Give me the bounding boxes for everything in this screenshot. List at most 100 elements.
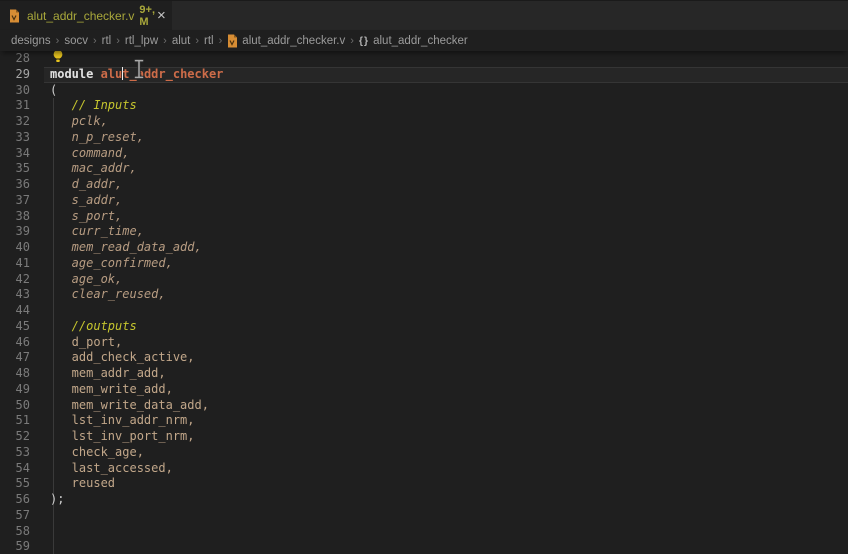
lightbulb-icon[interactable]: [52, 49, 64, 68]
code-line[interactable]: (: [44, 83, 848, 99]
code-line[interactable]: d_addr,: [44, 177, 848, 193]
line-number[interactable]: 43: [0, 287, 44, 303]
code-line[interactable]: mem_addr_add,: [44, 366, 848, 382]
breadcrumb-item[interactable]: rtl: [102, 35, 112, 47]
code-line[interactable]: s_addr,: [44, 193, 848, 209]
editor-line[interactable]: 32 pclk,: [0, 114, 848, 130]
line-number[interactable]: 54: [0, 461, 44, 477]
editor-line[interactable]: 39 curr_time,: [0, 224, 848, 240]
line-number[interactable]: 32: [0, 114, 44, 130]
line-number[interactable]: 38: [0, 209, 44, 225]
line-number[interactable]: 36: [0, 177, 44, 193]
editor-line[interactable]: 55 reused: [0, 476, 848, 492]
line-number[interactable]: 59: [0, 539, 44, 554]
line-number[interactable]: 39: [0, 224, 44, 240]
breadcrumb-item[interactable]: rtl_lpw: [125, 35, 158, 47]
editor-line[interactable]: 50 mem_write_data_add,: [0, 398, 848, 414]
editor-line[interactable]: 51 lst_inv_addr_nrm,: [0, 413, 848, 429]
code-line[interactable]: check_age,: [44, 445, 848, 461]
editor-line[interactable]: 31 // Inputs: [0, 98, 848, 114]
code-line[interactable]: // Inputs: [44, 98, 848, 114]
editor-line[interactable]: 45 //outputs: [0, 319, 848, 335]
breadcrumb-item[interactable]: alut: [172, 35, 191, 47]
code-line[interactable]: add_check_active,: [44, 350, 848, 366]
editor-line[interactable]: 54 last_accessed,: [0, 461, 848, 477]
editor-line[interactable]: 46 d_port,: [0, 335, 848, 351]
editor-line[interactable]: 58: [0, 524, 848, 540]
editor-line[interactable]: 57: [0, 508, 848, 524]
line-number[interactable]: 49: [0, 382, 44, 398]
code-line[interactable]: n_p_reset,: [44, 130, 848, 146]
code-line[interactable]: [44, 51, 848, 67]
code-line[interactable]: reused: [44, 476, 848, 492]
code-line[interactable]: [44, 508, 848, 524]
code-line[interactable]: [44, 303, 848, 319]
code-line[interactable]: clear_reused,: [44, 287, 848, 303]
code-line[interactable]: age_confirmed,: [44, 256, 848, 272]
line-number[interactable]: 47: [0, 350, 44, 366]
editor-line[interactable]: 53 check_age,: [0, 445, 848, 461]
code-line[interactable]: [44, 524, 848, 540]
line-number[interactable]: 45: [0, 319, 44, 335]
breadcrumb-item[interactable]: {}alut_addr_checker: [359, 35, 468, 47]
code-line[interactable]: d_port,: [44, 335, 848, 351]
code-line[interactable]: s_port,: [44, 209, 848, 225]
editor-line[interactable]: 34 command,: [0, 146, 848, 162]
line-number[interactable]: 41: [0, 256, 44, 272]
line-number[interactable]: 31: [0, 98, 44, 114]
editor-line[interactable]: 41 age_confirmed,: [0, 256, 848, 272]
breadcrumb-item[interactable]: alut_addr_checker.v: [227, 34, 345, 48]
editor-line[interactable]: 43 clear_reused,: [0, 287, 848, 303]
code-line[interactable]: //outputs: [44, 319, 848, 335]
line-number[interactable]: 33: [0, 130, 44, 146]
editor-line[interactable]: 56);: [0, 492, 848, 508]
tab-close-icon[interactable]: ×: [155, 8, 168, 23]
editor-line[interactable]: 42 age_ok,: [0, 272, 848, 288]
line-number[interactable]: 57: [0, 508, 44, 524]
line-number[interactable]: 58: [0, 524, 44, 540]
line-number[interactable]: 29: [0, 67, 44, 83]
line-number[interactable]: 56: [0, 492, 44, 508]
code-line[interactable]: last_accessed,: [44, 461, 848, 477]
editor-line[interactable]: 33 n_p_reset,: [0, 130, 848, 146]
line-number[interactable]: 55: [0, 476, 44, 492]
editor-line[interactable]: 38 s_port,: [0, 209, 848, 225]
editor-line[interactable]: 47 add_check_active,: [0, 350, 848, 366]
editor-line[interactable]: 48 mem_addr_add,: [0, 366, 848, 382]
breadcrumb-item[interactable]: socv: [64, 35, 88, 47]
editor-line[interactable]: 37 s_addr,: [0, 193, 848, 209]
line-number[interactable]: 52: [0, 429, 44, 445]
code-line[interactable]: );: [44, 492, 848, 508]
editor-line[interactable]: 35 mac_addr,: [0, 161, 848, 177]
editor-line[interactable]: 59: [0, 539, 848, 554]
line-number[interactable]: 34: [0, 146, 44, 162]
tab-alut-addr-checker[interactable]: alut_addr_checker.v 9+, M ×: [0, 1, 172, 30]
code-line[interactable]: module alut_addr_checker: [44, 67, 848, 83]
line-number[interactable]: 35: [0, 161, 44, 177]
editor-line[interactable]: 44: [0, 303, 848, 319]
code-line[interactable]: [44, 539, 848, 554]
line-number[interactable]: 30: [0, 83, 44, 99]
line-number[interactable]: 28: [0, 51, 44, 67]
line-number[interactable]: 51: [0, 413, 44, 429]
line-number[interactable]: 42: [0, 272, 44, 288]
code-line[interactable]: command,: [44, 146, 848, 162]
code-line[interactable]: mac_addr,: [44, 161, 848, 177]
editor-line[interactable]: 40 mem_read_data_add,: [0, 240, 848, 256]
code-line[interactable]: curr_time,: [44, 224, 848, 240]
code-line[interactable]: age_ok,: [44, 272, 848, 288]
code-line[interactable]: pclk,: [44, 114, 848, 130]
code-line[interactable]: mem_read_data_add,: [44, 240, 848, 256]
editor-line[interactable]: 36 d_addr,: [0, 177, 848, 193]
code-line[interactable]: lst_inv_port_nrm,: [44, 429, 848, 445]
line-number[interactable]: 53: [0, 445, 44, 461]
editor-line[interactable]: 52 lst_inv_port_nrm,: [0, 429, 848, 445]
line-number[interactable]: 50: [0, 398, 44, 414]
editor-line[interactable]: 49 mem_write_add,: [0, 382, 848, 398]
editor-line[interactable]: 29module alut_addr_checker: [0, 67, 848, 83]
code-line[interactable]: lst_inv_addr_nrm,: [44, 413, 848, 429]
line-number[interactable]: 40: [0, 240, 44, 256]
line-number[interactable]: 46: [0, 335, 44, 351]
editor-line[interactable]: 30(: [0, 83, 848, 99]
code-line[interactable]: mem_write_add,: [44, 382, 848, 398]
